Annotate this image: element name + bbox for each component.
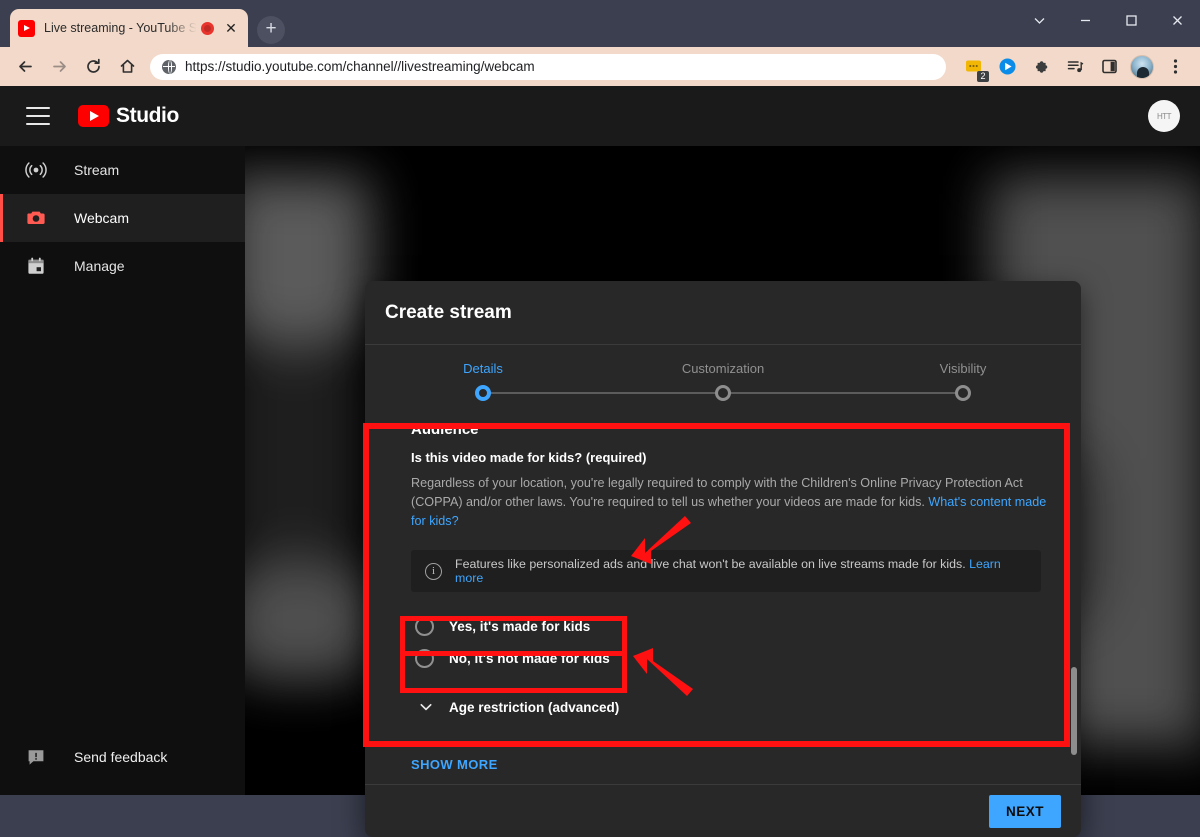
info-banner-text: Features like personalized ads and live … bbox=[455, 557, 1027, 585]
dialog-body: Audience Is this video made for kids? (r… bbox=[365, 407, 1081, 775]
studio-sidebar: Stream Webcam Manage Send feedback bbox=[0, 146, 245, 795]
radio-button-icon[interactable] bbox=[415, 617, 434, 636]
next-button[interactable]: NEXT bbox=[989, 795, 1061, 828]
browser-toolbar: https://studio.youtube.com/channel//live… bbox=[0, 47, 1200, 86]
browser-tab[interactable]: Live streaming - YouTube Stu ✕ bbox=[10, 9, 248, 47]
maximize-icon[interactable] bbox=[1108, 3, 1154, 37]
radio-label: Yes, it's made for kids bbox=[449, 619, 590, 634]
dialog-scroll-content: Audience Is this video made for kids? (r… bbox=[365, 407, 1081, 724]
window-controls bbox=[970, 0, 1200, 40]
broadcast-icon bbox=[24, 158, 48, 182]
sidebar-item-label: Manage bbox=[74, 258, 125, 274]
age-restriction-expander[interactable]: Age restriction (advanced) bbox=[411, 690, 1047, 724]
step-dot-visibility[interactable] bbox=[955, 385, 971, 401]
dialog-title: Create stream bbox=[365, 281, 1081, 345]
extension-badge-count: 2 bbox=[977, 71, 989, 82]
youtube-icon bbox=[78, 105, 109, 127]
audience-section-title: Audience bbox=[411, 421, 1047, 438]
minimize-icon[interactable] bbox=[1062, 3, 1108, 37]
browser-window: Live streaming - YouTube Stu ✕ + bbox=[0, 0, 1200, 795]
studio-wordmark: Studio bbox=[116, 104, 179, 128]
info-banner: i Features like personalized ads and liv… bbox=[411, 550, 1041, 592]
create-stream-dialog: Create stream Details Customization Visi… bbox=[365, 281, 1081, 837]
show-more-button[interactable]: SHOW MORE bbox=[411, 757, 498, 772]
address-bar[interactable]: https://studio.youtube.com/channel//live… bbox=[150, 54, 946, 80]
youtube-studio-logo[interactable]: Studio bbox=[78, 104, 179, 128]
send-feedback-button[interactable]: Send feedback bbox=[0, 733, 245, 781]
radio-no-not-made-for-kids[interactable]: No, it's not made for kids bbox=[411, 642, 1047, 674]
forward-arrow-icon[interactable] bbox=[45, 53, 73, 81]
step-label-visibility[interactable]: Visibility bbox=[940, 361, 987, 376]
youtube-icon bbox=[18, 20, 35, 37]
youtube-studio-page: Studio HTT Stream Webcam Manag bbox=[0, 86, 1200, 795]
home-icon[interactable] bbox=[113, 53, 141, 81]
browser-tab-strip: Live streaming - YouTube Stu ✕ + bbox=[0, 0, 1200, 47]
audience-question: Is this video made for kids? (required) bbox=[411, 450, 1047, 465]
close-icon[interactable] bbox=[1154, 3, 1200, 37]
age-restriction-label: Age restriction (advanced) bbox=[449, 700, 619, 715]
radio-label: No, it's not made for kids bbox=[449, 651, 610, 666]
sidebar-item-webcam[interactable]: Webcam bbox=[0, 194, 245, 242]
reload-icon[interactable] bbox=[79, 53, 107, 81]
calendar-icon bbox=[24, 254, 48, 278]
dialog-footer: NEXT bbox=[365, 784, 1081, 837]
radio-button-icon[interactable] bbox=[415, 649, 434, 668]
feedback-icon bbox=[24, 745, 48, 769]
step-dot-details[interactable] bbox=[475, 385, 491, 401]
globe-icon bbox=[162, 60, 176, 74]
back-arrow-icon[interactable] bbox=[11, 53, 39, 81]
side-panel-icon[interactable] bbox=[1095, 53, 1123, 81]
new-tab-button[interactable]: + bbox=[257, 16, 285, 44]
extensions-puzzle-icon[interactable] bbox=[1027, 53, 1055, 81]
sidebar-item-label: Webcam bbox=[74, 210, 129, 226]
hamburger-menu-icon[interactable] bbox=[26, 107, 50, 125]
extension-video-icon[interactable] bbox=[993, 53, 1021, 81]
tab-title: Live streaming - YouTube Stu bbox=[44, 21, 201, 35]
extension-notes-icon[interactable]: 2 bbox=[959, 53, 987, 81]
radio-yes-made-for-kids[interactable]: Yes, it's made for kids bbox=[411, 610, 1047, 642]
url-text: https://studio.youtube.com/channel//live… bbox=[185, 59, 535, 74]
profile-avatar[interactable] bbox=[1130, 55, 1154, 79]
studio-header: Studio HTT bbox=[0, 86, 1200, 146]
sidebar-item-label: Stream bbox=[74, 162, 119, 178]
stepper: Details Customization Visibility bbox=[365, 345, 1081, 407]
dialog-scrollbar[interactable] bbox=[1071, 667, 1077, 755]
chevron-down-icon[interactable] bbox=[1016, 3, 1062, 37]
three-dot-menu-icon[interactable] bbox=[1161, 53, 1189, 81]
info-icon: i bbox=[425, 563, 442, 580]
avatar[interactable]: HTT bbox=[1148, 100, 1180, 132]
send-feedback-label: Send feedback bbox=[74, 749, 167, 765]
step-label-customization[interactable]: Customization bbox=[682, 361, 764, 376]
webcam-icon bbox=[24, 206, 48, 230]
recording-dot-icon bbox=[201, 22, 214, 35]
sidebar-item-stream[interactable]: Stream bbox=[0, 146, 245, 194]
step-label-details[interactable]: Details bbox=[463, 361, 503, 376]
info-banner-message: Features like personalized ads and live … bbox=[455, 557, 969, 571]
chevron-down-icon bbox=[415, 699, 437, 715]
close-icon[interactable]: ✕ bbox=[222, 19, 240, 37]
sidebar-item-manage[interactable]: Manage bbox=[0, 242, 245, 290]
step-dot-customization[interactable] bbox=[715, 385, 731, 401]
audience-description: Regardless of your location, you're lega… bbox=[411, 474, 1047, 531]
reading-list-music-icon[interactable] bbox=[1061, 53, 1089, 81]
